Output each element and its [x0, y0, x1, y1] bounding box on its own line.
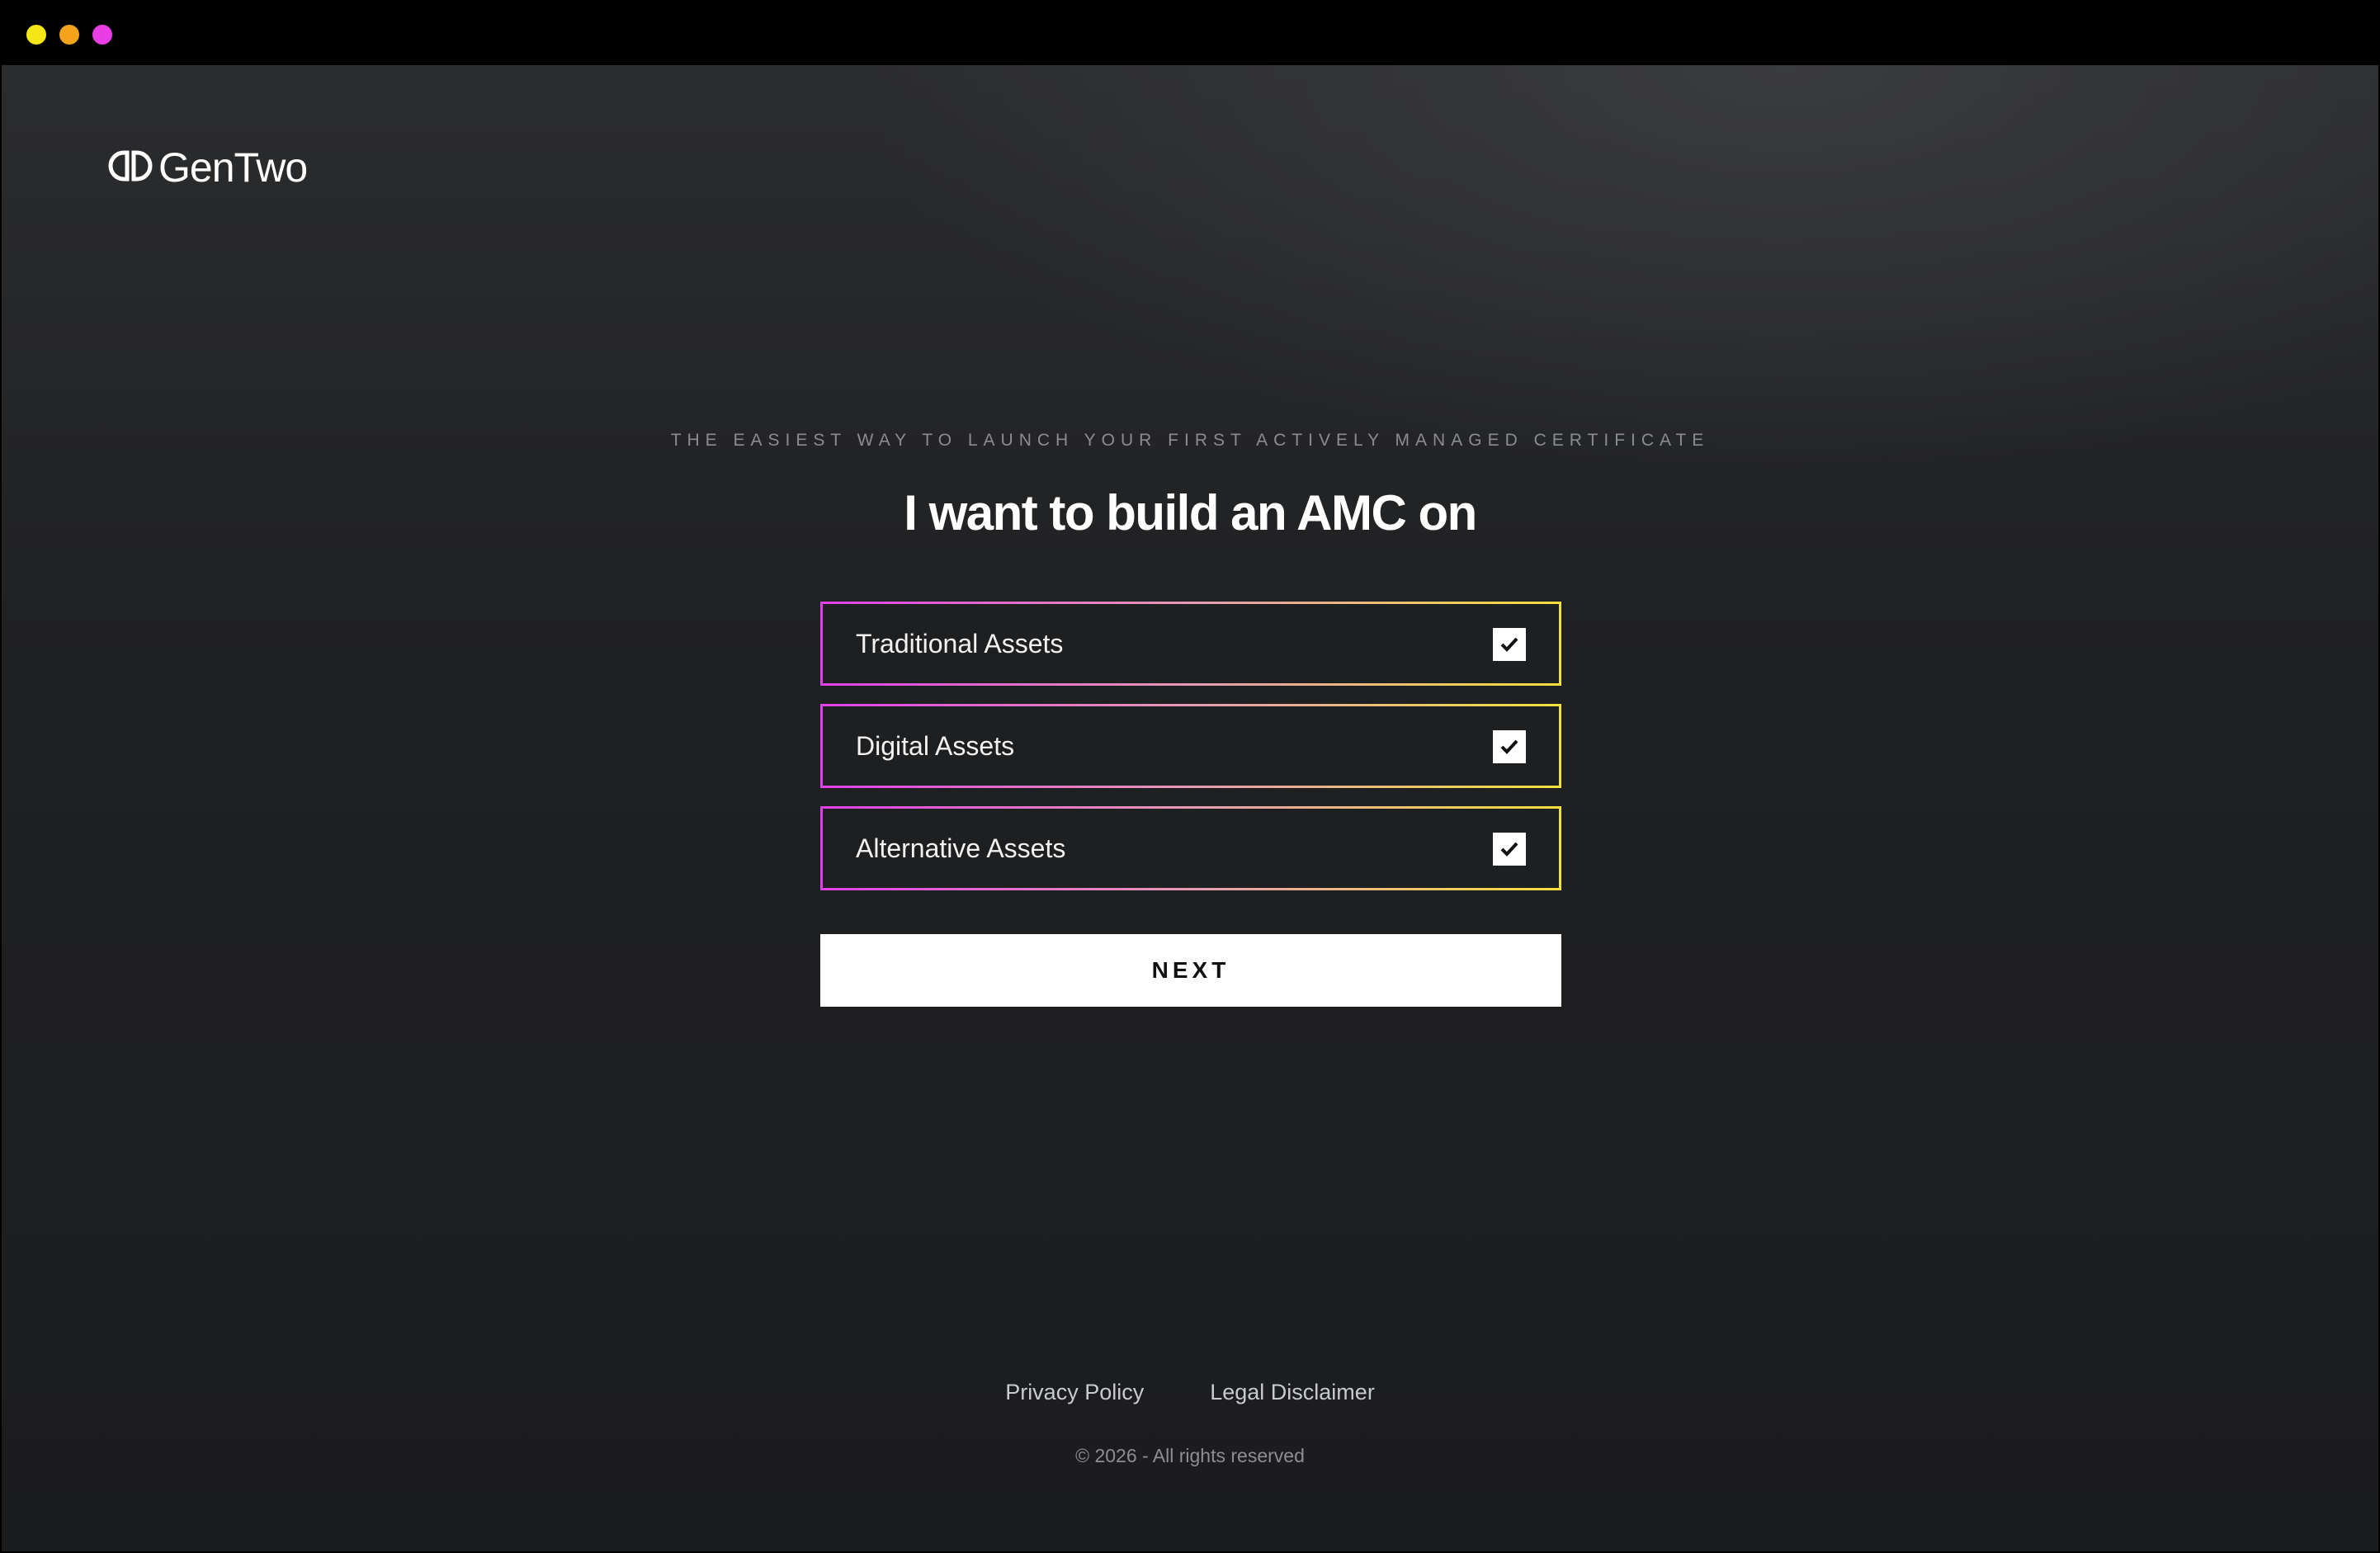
asset-options: Traditional Assets Digital Assets Altern…	[820, 602, 1561, 909]
option-label: Traditional Assets	[856, 629, 1064, 658]
page-title: I want to build an AMC on	[904, 485, 1477, 540]
brand-name: GenTwo	[158, 144, 308, 191]
option-label: Digital Assets	[856, 731, 1015, 761]
option-digital-assets[interactable]: Digital Assets	[820, 704, 1561, 788]
checkbox-digital-assets[interactable]	[1493, 730, 1526, 763]
checkmark-icon	[1500, 842, 1518, 857]
copyright-text: © 2026 - All rights reserved	[1075, 1445, 1305, 1466]
window-titlebar	[0, 0, 2380, 65]
brand-logo[interactable]: GenTwo	[107, 143, 308, 192]
footer-links: Privacy Policy Legal Disclaimer	[2, 1380, 2378, 1405]
yellow-dot-icon[interactable]	[26, 25, 46, 45]
option-label: Alternative Assets	[856, 833, 1066, 863]
checkmark-icon	[1500, 637, 1518, 652]
next-button[interactable]: NEXT	[820, 934, 1561, 1007]
checkbox-traditional-assets[interactable]	[1493, 628, 1526, 661]
legal-disclaimer-link[interactable]: Legal Disclaimer	[1210, 1380, 1375, 1405]
gentwo-logo-icon	[107, 149, 153, 186]
option-traditional-assets[interactable]: Traditional Assets	[820, 602, 1561, 686]
checkbox-alternative-assets[interactable]	[1493, 833, 1526, 866]
orange-dot-icon[interactable]	[59, 25, 79, 45]
checkmark-icon	[1500, 739, 1518, 754]
magenta-dot-icon[interactable]	[92, 25, 112, 45]
option-alternative-assets[interactable]: Alternative Assets	[820, 806, 1561, 890]
tagline: THE EASIEST WAY TO LAUNCH YOUR FIRST ACT…	[670, 431, 1710, 450]
page: GenTwo THE EASIEST WAY TO LAUNCH YOUR FI…	[2, 65, 2378, 1551]
privacy-policy-link[interactable]: Privacy Policy	[1005, 1380, 1144, 1405]
